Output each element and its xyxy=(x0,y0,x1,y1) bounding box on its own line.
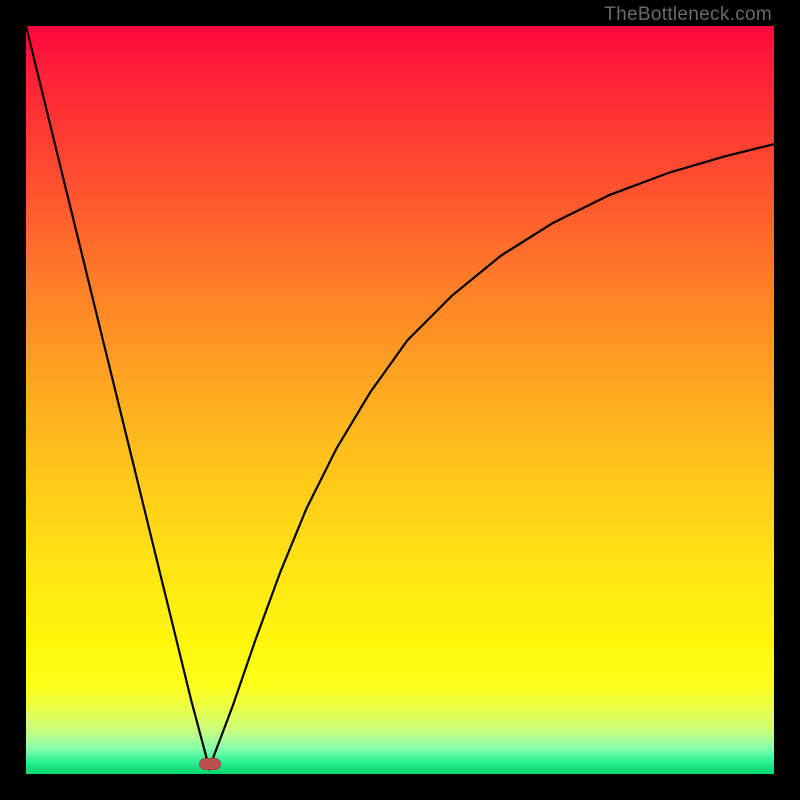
bottleneck-curve xyxy=(26,26,774,774)
chart-frame: TheBottleneck.com xyxy=(0,0,800,800)
optimal-point-marker xyxy=(199,758,221,770)
plot-area xyxy=(26,26,774,774)
watermark-text: TheBottleneck.com xyxy=(604,4,772,26)
